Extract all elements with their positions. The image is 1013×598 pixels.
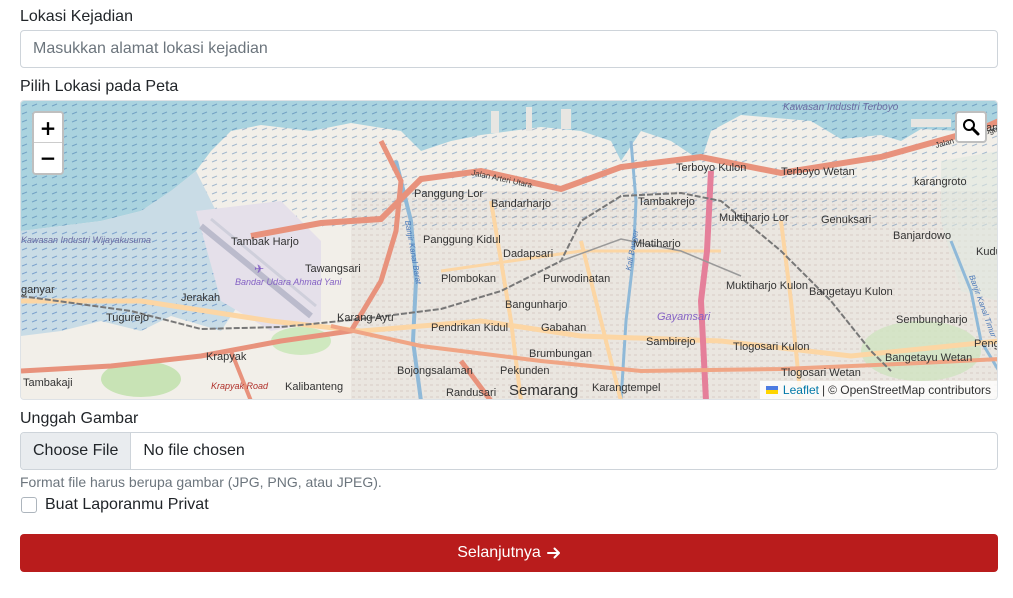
ukraine-flag-icon [765,386,778,394]
place-label: Banjir Kanal Timur [967,274,998,339]
place-label: Jerakah [181,292,220,304]
location-label: Lokasi Kejadian [20,8,133,25]
place-label: Purwodinatan [543,273,610,285]
place-label: Bandarharjo [491,198,551,210]
place-label: Plombokan [441,273,496,285]
privacy-row: Buat Laporanmu Privat [20,496,209,514]
place-label: Kudu [976,246,998,258]
place-label: Terboyo Wetan [781,166,855,178]
place-label: Muktiharjo Lor [719,212,789,224]
zoom-out-button[interactable]: − [34,143,62,173]
map-label: Pilih Lokasi pada Peta [20,78,179,95]
osm-attribution[interactable]: © OpenStreetMap contributors [828,383,991,397]
upload-label: Unggah Gambar [20,410,139,427]
place-label: Pendrikan Kidul [431,322,508,334]
file-input[interactable]: Choose File No file chosen [20,432,998,470]
place-label: Semarang [509,382,578,399]
leaflet-link[interactable]: Leaflet [783,383,819,397]
place-label: Kawasan Industri Wijayakusuma [21,235,151,245]
place-label: Krapyak Road [211,381,269,391]
place-label: Bandar Udara Ahmad Yani [235,277,342,287]
next-button[interactable]: Selanjutnya [20,534,998,572]
place-label: Muktiharjo Kulon [726,280,808,292]
place-label: Bangetayu Kulon [809,286,893,298]
place-label: Panggung Lor [414,188,483,200]
place-label: Karangtempel [592,382,661,394]
place-label: Jalan Arteri Utara [471,168,534,190]
map-labels: Kawasan Industri Terboyo Sriwulan Jalan … [21,102,998,399]
zoom-control: + − [32,111,64,175]
place-label: Tlogosari Wetan [781,367,861,379]
place-label: Karang Ayu [337,312,394,324]
privacy-label[interactable]: Buat Laporanmu Privat [45,496,209,514]
place-label: Tambak Harjo [231,236,299,248]
place-label: Pekunden [500,365,550,377]
place-label: Randusari [446,387,496,399]
place-label: ganyar [21,284,55,296]
privacy-checkbox[interactable] [21,497,37,513]
place-label: Kalibanteng [285,381,343,393]
attribution-separator: | [821,383,826,397]
place-label: Tawangsari [305,263,361,275]
search-icon [963,119,980,136]
place-label: Gabahan [541,322,586,334]
place-label: Bojongsalaman [397,365,473,377]
place-label: Banjir Kanal Barat [403,220,423,286]
map-view[interactable]: ✈ Kawasan Industri Terboyo Sriwulan Jala… [20,100,998,400]
place-label: Tlogosari Kulon [733,341,809,353]
place-label: Kawasan Industri Terboyo [783,102,899,113]
place-label: Krapyak [206,351,247,363]
place-label: Bangunharjo [505,299,567,311]
choose-file-button[interactable]: Choose File [21,433,132,469]
zoom-in-button[interactable]: + [34,113,62,143]
place-label: Bangetayu Wetan [885,352,972,364]
place-label: Banjardowo [893,230,951,242]
place-label: Terboyo Kulon [676,162,746,174]
place-label: Tugurejo [106,312,149,324]
place-label: Sembungharjo [896,314,968,326]
next-button-label: Selanjutnya [457,544,541,561]
place-label: Genuksari [821,214,871,226]
arrow-right-icon [546,547,560,559]
upload-hint: Format file harus berupa gambar (JPG, PN… [20,474,382,490]
file-status: No file chosen [143,442,245,459]
place-label: Sambirejo [646,336,696,348]
location-input[interactable] [20,30,998,68]
place-label: Pengga [974,338,998,350]
place-label: Kali Banger [624,229,640,272]
place-label: Brumbungan [529,348,592,360]
place-label: Gayamsari [657,311,711,323]
place-label: Tambakrejo [638,196,695,208]
place-label: Dadapsari [503,248,553,260]
place-label: karangroto [914,176,967,188]
place-label: Panggung Kidul [423,234,501,246]
place-label: Mlatiharjo [633,238,681,250]
map-attribution: Leaflet | © OpenStreetMap contributors [759,381,997,399]
map-search-button[interactable] [955,111,987,143]
place-label: Tambakaji [23,377,73,389]
